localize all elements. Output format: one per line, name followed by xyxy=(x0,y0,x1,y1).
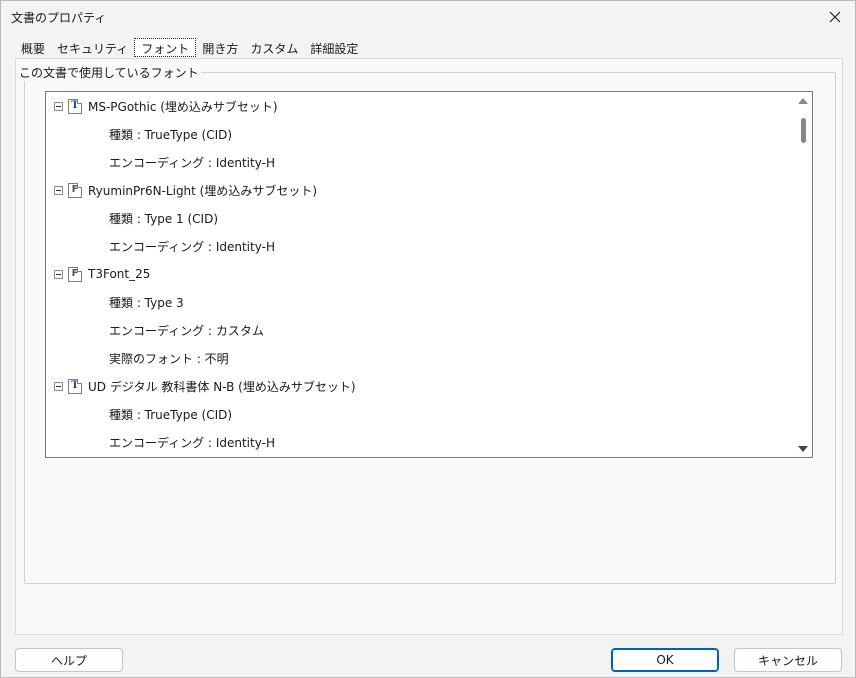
type1-font-icon: F xyxy=(68,182,82,198)
collapse-icon[interactable] xyxy=(54,185,63,195)
title-bar: 文書のプロパティ xyxy=(1,1,855,33)
font-tree-view[interactable]: T MS-PGothic (埋め込みサブセット) 種類 : TrueType (… xyxy=(45,91,813,458)
document-properties-dialog: 文書のプロパティ 概要 セキュリティ フォント 開き方 カスタム 詳細設定 この… xyxy=(0,0,856,678)
font-property: エンコーディング : Identity-H xyxy=(109,435,275,450)
scroll-thumb[interactable] xyxy=(801,118,806,143)
font-name: T3Font_25 xyxy=(88,267,151,281)
cancel-button[interactable]: キャンセル xyxy=(734,648,842,672)
collapse-icon[interactable] xyxy=(54,381,63,391)
font-node[interactable]: F RyuminPr6N-Light (埋め込みサブセット) xyxy=(54,176,317,204)
font-name: MS-PGothic (埋め込みサブセット) xyxy=(88,99,278,114)
scroll-up-arrow-icon[interactable] xyxy=(798,98,808,104)
collapse-icon[interactable] xyxy=(54,269,63,279)
font-node[interactable]: T MS-PGothic (埋め込みサブセット) xyxy=(54,92,278,120)
tab-fonts[interactable]: フォント xyxy=(134,38,197,57)
close-icon xyxy=(829,11,841,23)
ok-button[interactable]: OK xyxy=(611,648,719,672)
font-property: 種類 : Type 3 xyxy=(109,295,184,310)
font-name: RyuminPr6N-Light (埋め込みサブセット) xyxy=(88,183,318,198)
truetype-font-icon: T xyxy=(68,378,82,394)
tab-security[interactable]: セキュリティ xyxy=(51,38,134,58)
help-button[interactable]: ヘルプ xyxy=(15,648,123,672)
font-property: エンコーディング : Identity-H xyxy=(109,155,275,170)
tab-advanced[interactable]: 詳細設定 xyxy=(304,38,364,58)
font-node[interactable]: F T3Font_25 xyxy=(54,260,150,288)
font-property: 種類 : TrueType (CID) xyxy=(109,407,233,422)
font-property: エンコーディング : カスタム xyxy=(109,323,264,338)
vertical-scrollbar[interactable] xyxy=(794,92,812,457)
font-property: 種類 : TrueType (CID) xyxy=(109,127,233,142)
type1-font-icon: F xyxy=(68,266,82,282)
scroll-down-arrow-icon[interactable] xyxy=(798,446,808,452)
close-button[interactable] xyxy=(815,1,855,33)
tab-strip: 概要 セキュリティ フォント 開き方 カスタム 詳細設定 xyxy=(15,38,364,58)
font-name: UD デジタル 教科書体 N-B (埋め込みサブセット) xyxy=(88,379,356,394)
collapse-icon[interactable] xyxy=(54,101,63,111)
truetype-font-icon: T xyxy=(68,98,82,114)
font-node[interactable]: T UD デジタル 教科書体 N-B (埋め込みサブセット) xyxy=(54,372,356,400)
tab-custom[interactable]: カスタム xyxy=(244,38,304,58)
font-property: エンコーディング : Identity-H xyxy=(109,239,275,254)
dialog-title: 文書のプロパティ xyxy=(11,11,107,25)
font-property: 実際のフォント : 不明 xyxy=(109,351,229,366)
tab-summary[interactable]: 概要 xyxy=(15,38,51,58)
fonts-group-label: この文書で使用しているフォント xyxy=(17,64,201,81)
tab-initial-view[interactable]: 開き方 xyxy=(196,38,244,58)
font-property: 種類 : Type 1 (CID) xyxy=(109,211,219,226)
